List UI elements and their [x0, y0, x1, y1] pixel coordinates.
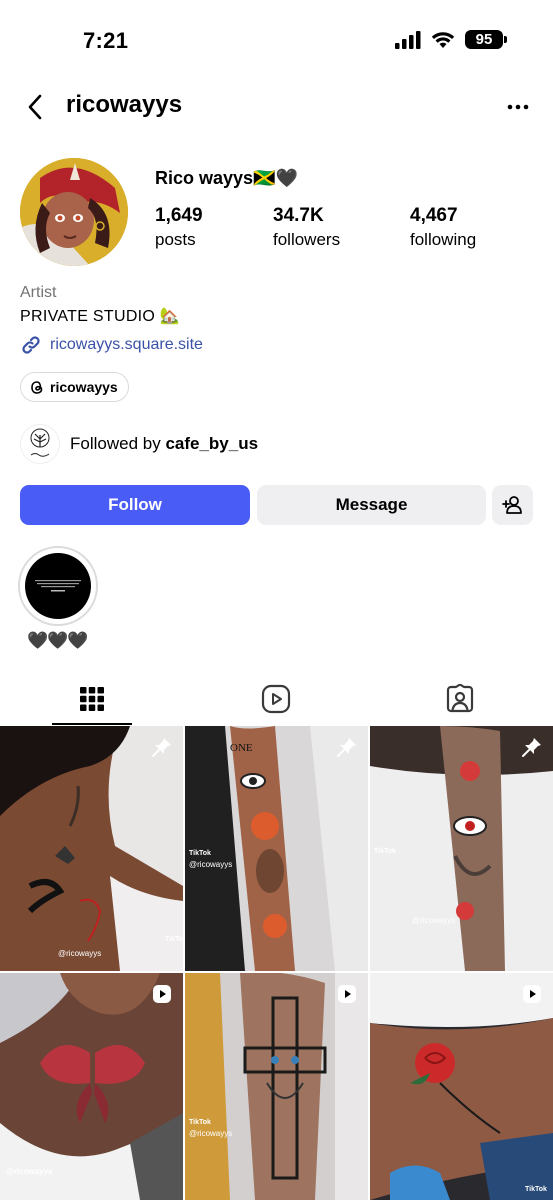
grid-icon	[80, 687, 104, 711]
highlight-cover	[25, 553, 91, 619]
stat-value: 1,649	[155, 205, 203, 226]
stat-label: posts	[155, 230, 196, 249]
story-highlight[interactable]	[18, 546, 98, 626]
post-caption: @ricowayys	[58, 949, 102, 958]
pin-icon	[337, 738, 356, 757]
status-icons: 95	[395, 30, 507, 49]
cellular-signal-icon	[395, 30, 421, 49]
wifi-icon	[431, 31, 455, 48]
tab-posts-grid[interactable]	[0, 672, 184, 726]
profile-stats: 1,649 posts 34.7K followers 4,467 follow…	[155, 205, 515, 255]
stat-posts[interactable]: 1,649 posts	[155, 205, 203, 250]
post-thumbnail	[0, 973, 183, 1200]
reels-icon	[261, 684, 291, 714]
stat-following[interactable]: 4,467 following	[410, 205, 476, 250]
post-caption: @ricowayys	[412, 916, 456, 925]
status-bar: 7:21 95	[0, 0, 553, 80]
stat-value: 34.7K	[273, 205, 324, 226]
threads-handle: ricowayys	[50, 379, 118, 395]
follow-button[interactable]: Follow	[20, 485, 250, 525]
highlight-label: 🖤🖤🖤	[27, 631, 89, 650]
threads-icon	[31, 380, 43, 394]
tagged-icon	[446, 684, 474, 713]
add-user-icon	[501, 496, 522, 514]
profile-category: Artist	[20, 284, 57, 301]
posts-grid: @ricowayys TikTok ONE TikTok @ricowayys	[0, 726, 553, 1200]
profile-avatar[interactable]	[20, 158, 128, 266]
mutual-follower-avatar	[20, 424, 60, 464]
stat-label: followers	[273, 230, 341, 249]
threads-badge[interactable]: ricowayys	[20, 372, 129, 402]
reel-icon	[523, 985, 541, 1003]
followed-by-row[interactable]: Followed by cafe_by_us	[20, 424, 258, 464]
svg-text:ONE: ONE	[230, 742, 253, 754]
link-text: ricowayys.square.site	[50, 336, 203, 353]
stat-label: following	[410, 230, 477, 249]
grid-post[interactable]: @ricowayys	[0, 973, 183, 1200]
link-icon	[22, 336, 40, 354]
followed-by-text: Followed by cafe_by_us	[70, 434, 258, 454]
profile-header: ricowayys	[0, 80, 553, 134]
avatar-illustration	[20, 158, 128, 266]
post-caption: @ricowayys	[189, 1129, 233, 1138]
message-button[interactable]: Message	[257, 485, 486, 525]
status-time: 7:21	[83, 28, 129, 53]
tiktok-watermark: TikTok	[189, 850, 211, 857]
battery-indicator: 95	[465, 30, 507, 49]
reel-icon	[338, 985, 356, 1003]
tab-reels[interactable]	[184, 672, 368, 726]
grid-post[interactable]: TikTok @ricowayys	[185, 973, 368, 1200]
post-thumbnail	[0, 726, 183, 971]
stat-followers[interactable]: 34.7K followers	[273, 205, 340, 250]
display-name: Rico wayys🇯🇲🖤	[155, 168, 298, 188]
highlight-text-graphic	[35, 580, 81, 592]
pin-icon	[152, 738, 171, 757]
followed-by-prefix: Followed by	[70, 434, 166, 453]
more-options-icon[interactable]	[505, 94, 531, 120]
post-caption: @ricowayys	[189, 860, 233, 869]
stat-value: 4,467	[410, 205, 458, 226]
suggest-users-button[interactable]	[492, 485, 533, 525]
reel-icon	[153, 985, 171, 1003]
tiktok-watermark: TikTok	[525, 1186, 547, 1193]
pin-icon	[522, 738, 541, 757]
tiktok-watermark: TikTok	[165, 936, 183, 943]
active-tab-indicator	[52, 723, 132, 725]
grid-post[interactable]: ONE TikTok @ricowayys	[185, 726, 368, 971]
post-thumbnail	[370, 726, 553, 971]
header-username: ricowayys	[66, 91, 183, 118]
profile-bio: PRIVATE STUDIO 🏡	[20, 308, 181, 325]
grid-post[interactable]: TikTok	[370, 973, 553, 1200]
followed-by-username: cafe_by_us	[165, 434, 259, 453]
tab-tagged[interactable]	[368, 672, 552, 726]
profile-link[interactable]: ricowayys.square.site	[20, 334, 203, 356]
back-arrow-icon[interactable]	[22, 91, 50, 123]
post-thumbnail	[185, 973, 368, 1200]
profile-tabs	[0, 672, 553, 726]
tiktok-watermark: TikTok	[374, 848, 396, 855]
grid-post[interactable]: TikTok @ricowayys	[370, 726, 553, 971]
post-thumbnail	[370, 973, 553, 1200]
post-caption: @ricowayys	[6, 1167, 53, 1176]
tiktok-watermark: TikTok	[189, 1119, 211, 1126]
grid-post[interactable]: @ricowayys TikTok	[0, 726, 183, 971]
post-thumbnail: ONE	[185, 726, 368, 971]
tree-logo-icon	[30, 428, 50, 457]
